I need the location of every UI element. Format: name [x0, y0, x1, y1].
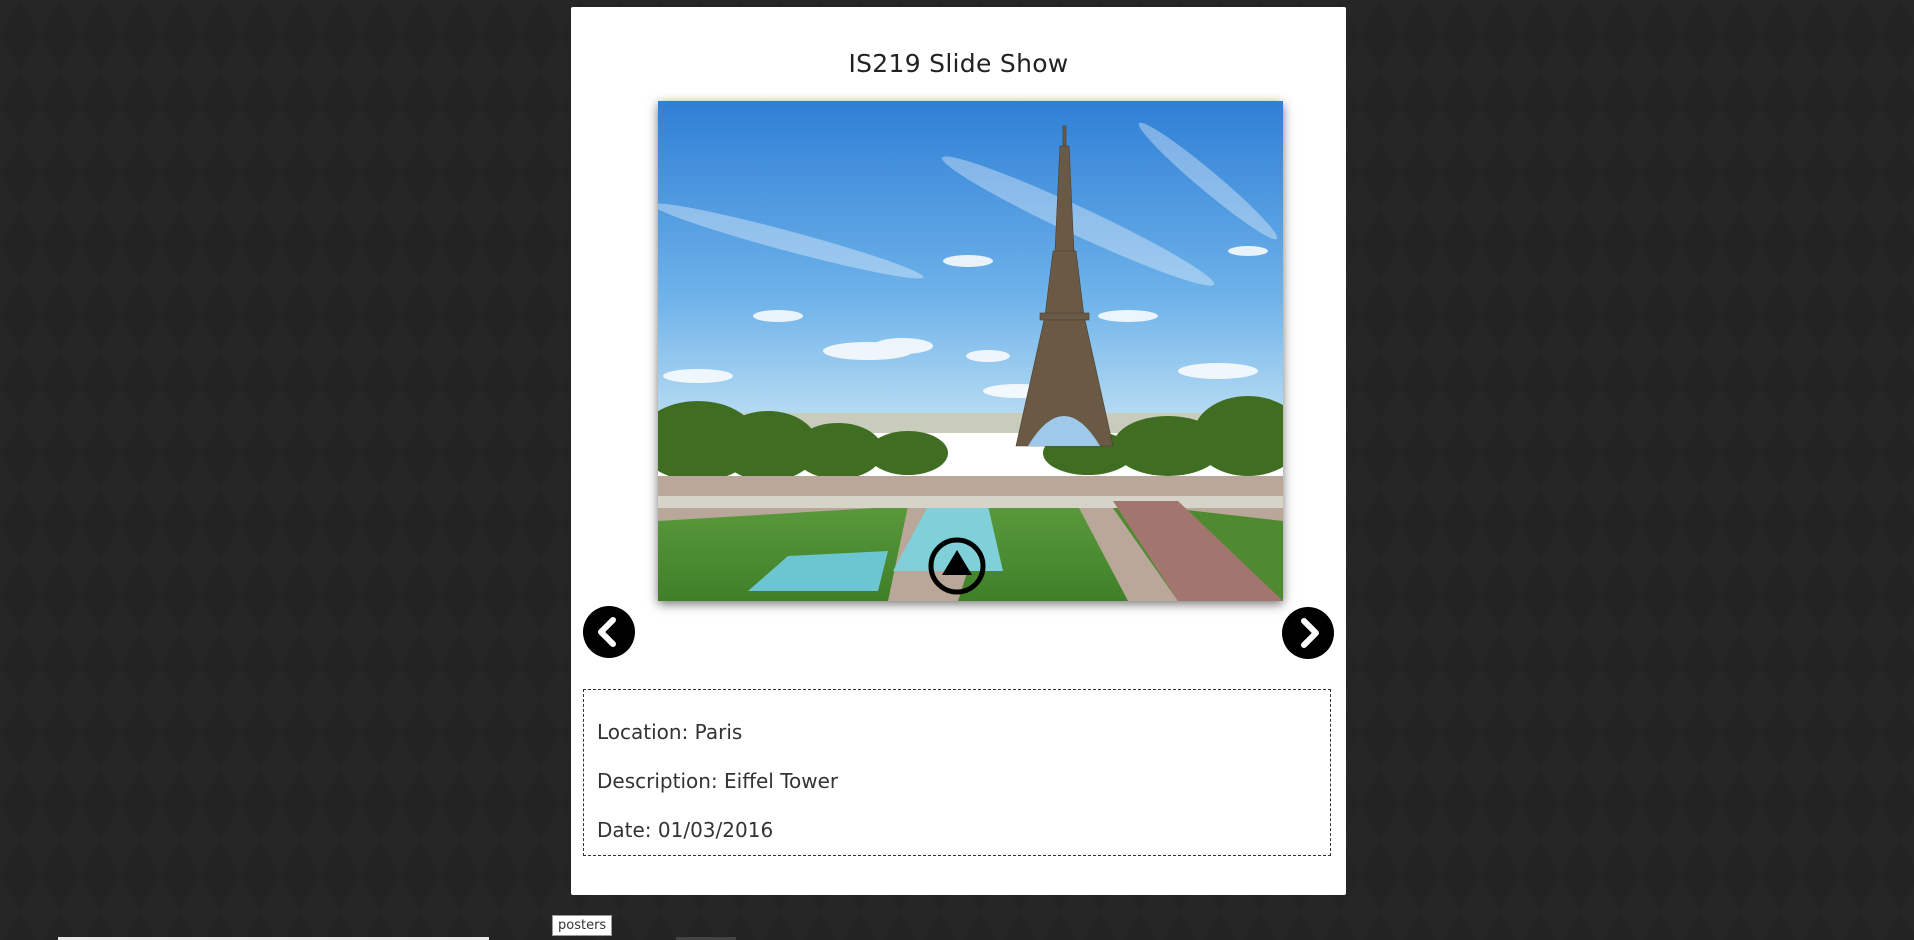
slideshow-card: IS219 Slide Show Location: Paris Descrip… — [571, 7, 1346, 895]
chevron-right-icon — [1301, 618, 1319, 648]
play-circle-icon — [928, 537, 986, 595]
posters-tooltip: posters — [552, 915, 613, 936]
description-text: Description: Eiffel Tower — [597, 769, 839, 793]
date-text: Date: 01/03/2016 — [597, 818, 774, 842]
slide-photo — [658, 101, 1283, 601]
previous-slide-button[interactable] — [583, 606, 635, 658]
next-slide-button[interactable] — [1282, 607, 1334, 659]
play-button[interactable] — [928, 537, 986, 595]
page-title: IS219 Slide Show — [848, 49, 1069, 78]
location-text: Location: Paris — [597, 720, 743, 744]
chevron-left-icon — [598, 617, 616, 647]
photo-info-box: Location: Paris Description: Eiffel Towe… — [583, 689, 1331, 856]
